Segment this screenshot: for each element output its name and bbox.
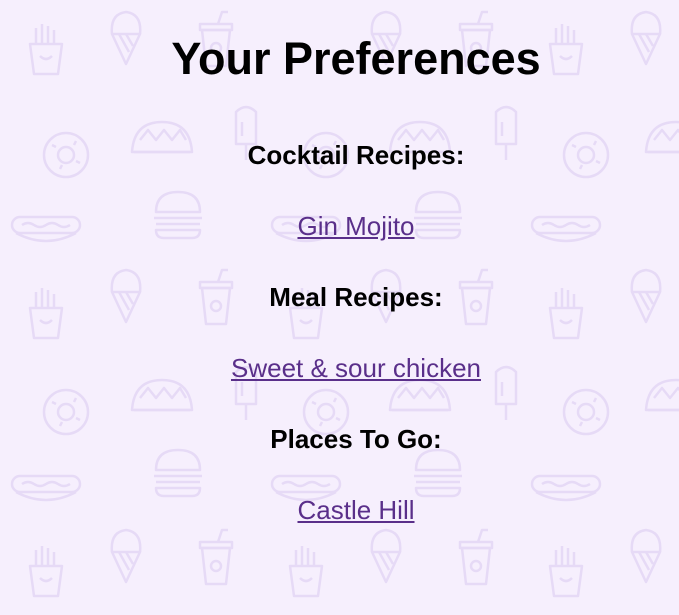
places-to-go-section: Places To Go: Castle Hill [0,424,679,525]
fries-icon [28,544,64,598]
page-title: Your Preferences [171,33,541,84]
cocktail-recipes-heading: Cocktail Recipes: [247,140,465,170]
meal-recipes-heading: Meal Recipes: [269,282,443,312]
cocktail-recipes-section: Cocktail Recipes: Gin Mojito [0,140,679,241]
fries-icon [548,544,584,598]
soda-cup-icon [198,528,234,586]
meal-recipes-section: Meal Recipes: Sweet & sour chicken [0,282,679,383]
taco-icon [130,378,194,412]
ice-cream-icon [370,528,402,584]
places-to-go-heading: Places To Go: [270,424,442,454]
soda-cup-icon [458,528,494,586]
ice-cream-icon [630,528,662,584]
ice-cream-icon [110,528,142,584]
cocktail-recipe-link[interactable]: Gin Mojito [297,211,414,241]
meal-recipe-link[interactable]: Sweet & sour chicken [231,353,481,383]
fries-icon [288,544,324,598]
taco-icon [388,378,452,412]
taco-icon [644,378,679,412]
place-link[interactable]: Castle Hill [297,495,414,525]
